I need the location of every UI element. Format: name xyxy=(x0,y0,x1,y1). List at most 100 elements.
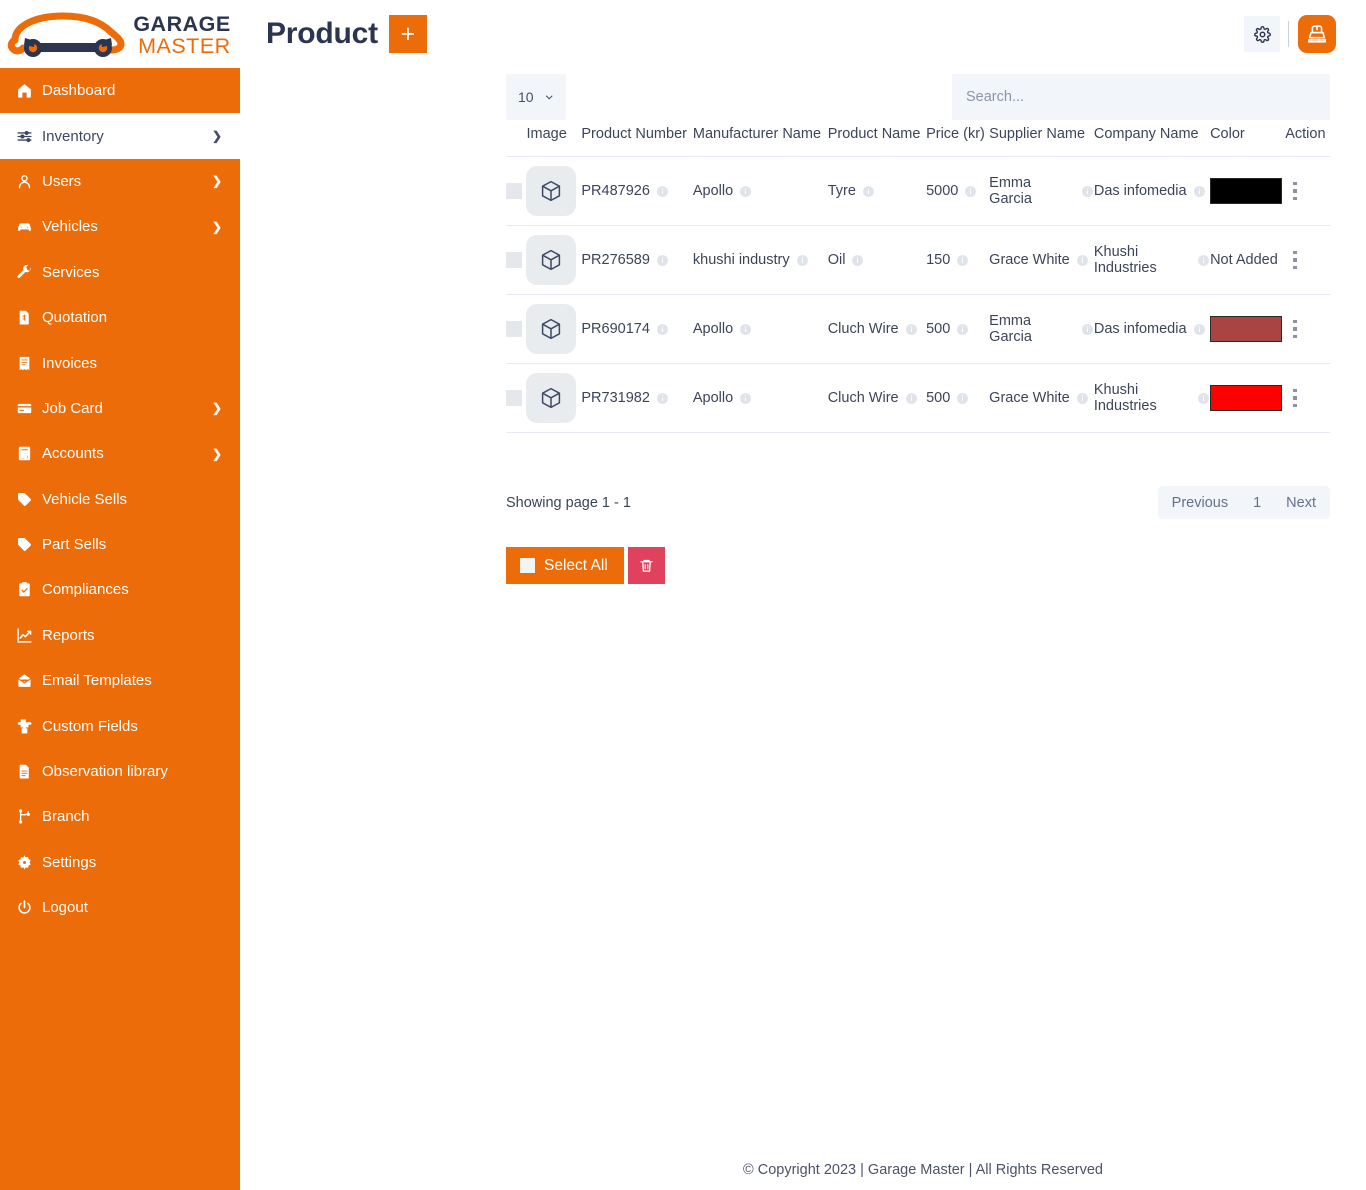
info-icon[interactable] xyxy=(1193,323,1206,336)
info-icon[interactable] xyxy=(956,323,969,336)
sidebar-nav: Dashboard Inventory ❯ Users ❯ Vehicles ❯ Servic… xyxy=(0,68,240,930)
info-icon[interactable] xyxy=(1076,254,1089,267)
sidebar-item-vehicles[interactable]: Vehicles ❯ xyxy=(0,204,240,249)
row-image-cell xyxy=(526,364,581,433)
table-header-row: Image Product Number Manufacturer Name P… xyxy=(506,126,1330,157)
cell-supplier: Grace White xyxy=(989,364,1094,433)
row-image-cell xyxy=(526,226,581,295)
sidebar-item-label: Email Templates xyxy=(42,672,152,690)
page-footer: © Copyright 2023 | Garage Master | All R… xyxy=(480,1150,1366,1190)
sidebar-item-invoices[interactable]: Invoices xyxy=(0,340,240,385)
cell-color xyxy=(1210,157,1285,226)
sidebar-item-job-card[interactable]: Job Card ❯ xyxy=(0,386,240,431)
info-icon[interactable] xyxy=(1076,392,1089,405)
sidebar-item-users[interactable]: Users ❯ xyxy=(0,159,240,204)
pagination-next[interactable]: Next xyxy=(1272,486,1330,519)
row-action-menu[interactable] xyxy=(1285,181,1305,201)
info-icon[interactable] xyxy=(1197,254,1210,267)
select-all-button[interactable]: Select All xyxy=(506,547,624,584)
header-select xyxy=(506,126,526,157)
sidebar-item-label: Part Sells xyxy=(42,536,107,554)
sidebar-item-email-templates[interactable]: Email Templates xyxy=(0,658,240,703)
pagination-previous[interactable]: Previous xyxy=(1157,486,1243,519)
sidebar: GARAGE MASTER Dashboard Inventory ❯ Users ❯ V… xyxy=(0,0,240,1190)
sidebar-item-compliances[interactable]: Compliances xyxy=(0,567,240,612)
info-icon[interactable] xyxy=(1197,392,1210,405)
table-row: PR690174 Apollo Cluch Wire 500 Emma Garcia Da… xyxy=(506,295,1330,364)
info-icon[interactable] xyxy=(656,392,669,405)
info-icon[interactable] xyxy=(656,323,669,336)
row-checkbox[interactable] xyxy=(506,390,522,406)
sidebar-item-branch[interactable]: Branch xyxy=(0,794,240,839)
info-icon[interactable] xyxy=(956,254,969,267)
delete-selected-button[interactable] xyxy=(627,547,665,584)
package-icon xyxy=(542,318,561,340)
info-icon[interactable] xyxy=(1081,323,1094,336)
info-icon[interactable] xyxy=(1193,185,1206,198)
sidebar-item-settings[interactable]: Settings xyxy=(0,840,240,885)
row-image-cell xyxy=(526,295,581,364)
invoice-icon xyxy=(16,355,42,372)
row-image-cell xyxy=(526,157,581,226)
add-product-button[interactable]: + xyxy=(388,15,427,53)
row-action-menu[interactable] xyxy=(1285,250,1305,270)
info-icon[interactable] xyxy=(739,392,752,405)
cell-price: 500 xyxy=(926,364,989,433)
header-color: Color xyxy=(1210,126,1245,142)
row-checkbox[interactable] xyxy=(506,183,522,199)
sidebar-item-vehicle-sells[interactable]: Vehicle Sells xyxy=(0,477,240,522)
sidebar-item-part-sells[interactable]: Part Sells xyxy=(0,522,240,567)
info-icon[interactable] xyxy=(739,323,752,336)
color-text: Not Added xyxy=(1210,252,1278,268)
row-action-menu[interactable] xyxy=(1285,388,1305,408)
select-all-checkbox[interactable] xyxy=(520,558,535,573)
page-size-select[interactable]: 10 xyxy=(506,74,566,120)
row-action-menu[interactable] xyxy=(1285,319,1305,339)
logo-text-bottom: MASTER xyxy=(138,34,231,58)
cell-product-name: Tyre xyxy=(828,157,926,226)
sidebar-item-accounts[interactable]: Accounts ❯ xyxy=(0,431,240,476)
sidebar-item-reports[interactable]: Reports xyxy=(0,613,240,658)
sidebar-item-services[interactable]: Services xyxy=(0,250,240,295)
cell-company: Das infomedia xyxy=(1094,157,1210,226)
header-product-name: Product Name xyxy=(827,126,921,142)
sidebar-item-label: Job Card xyxy=(42,399,103,417)
info-icon[interactable] xyxy=(1081,185,1094,198)
color-swatch xyxy=(1210,316,1283,342)
search-input[interactable] xyxy=(952,74,1330,120)
info-icon[interactable] xyxy=(796,254,809,267)
cell-manufacturer: khushi industry xyxy=(693,226,828,295)
brand-logo[interactable]: GARAGE MASTER xyxy=(0,0,240,68)
cell-company: Das infomedia xyxy=(1094,295,1210,364)
info-icon[interactable] xyxy=(862,185,875,198)
info-icon[interactable] xyxy=(739,185,752,198)
sidebar-item-observation-library[interactable]: Observation library xyxy=(0,749,240,794)
sidebar-item-inventory[interactable]: Inventory ❯ xyxy=(0,113,240,159)
info-icon[interactable] xyxy=(851,254,864,267)
sidebar-item-label: Settings xyxy=(42,853,97,871)
table-footer: Showing page 1 - 1 Previous 1 Next xyxy=(506,486,1330,519)
page-title: Product xyxy=(266,17,378,50)
user-avatar-icon[interactable] xyxy=(1298,15,1336,53)
pagination: Previous 1 Next xyxy=(1157,486,1330,519)
row-checkbox[interactable] xyxy=(506,321,522,337)
package-icon xyxy=(542,387,561,409)
sidebar-item-logout[interactable]: Logout xyxy=(0,885,240,930)
row-select-cell xyxy=(506,295,526,364)
sidebar-item-custom-fields[interactable]: Custom Fields xyxy=(0,703,240,748)
info-icon[interactable] xyxy=(964,185,977,198)
info-icon[interactable] xyxy=(905,392,918,405)
row-checkbox[interactable] xyxy=(506,252,522,268)
sidebar-item-label: Branch xyxy=(42,808,90,826)
header-price: Price (kr) xyxy=(926,126,985,142)
copyright-text: © Copyright 2023 | Garage Master | All R… xyxy=(743,1162,1103,1178)
pagination-page-1[interactable]: 1 xyxy=(1242,486,1273,519)
gear-icon[interactable] xyxy=(1244,16,1280,52)
info-icon[interactable] xyxy=(956,392,969,405)
sidebar-item-dashboard[interactable]: Dashboard xyxy=(0,68,240,113)
info-icon[interactable] xyxy=(656,254,669,267)
info-icon[interactable] xyxy=(905,323,918,336)
table-row: PR276589 khushi industry Oil 150 Grace White… xyxy=(506,226,1330,295)
info-icon[interactable] xyxy=(656,185,669,198)
sidebar-item-quotation[interactable]: Quotation xyxy=(0,295,240,340)
